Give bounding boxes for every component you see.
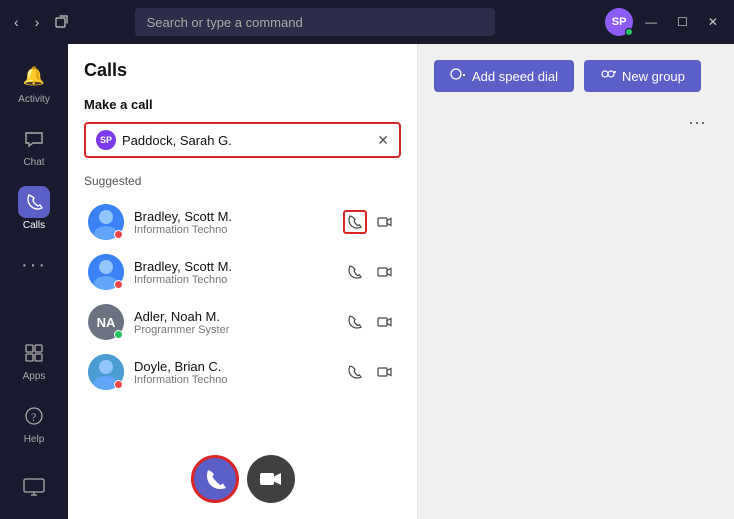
right-panel-top: Add speed dial New group bbox=[434, 60, 718, 92]
contact-actions bbox=[343, 210, 397, 234]
contact-item[interactable]: Bradley, Scott M. Information Techno bbox=[84, 198, 401, 246]
contact-name: Bradley, Scott M. bbox=[134, 259, 333, 274]
sidebar-label-activity: Activity bbox=[18, 94, 50, 105]
svg-text:?: ? bbox=[31, 410, 36, 424]
suggested-label: Suggested bbox=[84, 174, 401, 188]
contact-item[interactable]: NA Adler, Noah M. Programmer Syster bbox=[84, 298, 401, 346]
more-icon: ··· bbox=[18, 249, 50, 281]
input-clear-button[interactable]: ✕ bbox=[377, 132, 389, 149]
contact-dept: Information Techno bbox=[134, 224, 333, 236]
sidebar-item-chat[interactable]: Chat bbox=[6, 115, 62, 176]
title-bar-right: SP — ☐ ✕ bbox=[605, 8, 726, 36]
make-call-label: Make a call bbox=[84, 97, 401, 112]
more-options: ··· bbox=[434, 104, 718, 141]
app-body: 🔔 Activity Chat Calls ··· bbox=[0, 44, 734, 519]
apps-icon bbox=[18, 337, 50, 369]
contact-name: Bradley, Scott M. bbox=[134, 209, 333, 224]
search-placeholder: Search or type a command bbox=[147, 15, 303, 30]
activity-icon: 🔔 bbox=[18, 60, 50, 92]
video-call-button[interactable] bbox=[373, 310, 397, 334]
video-call-button[interactable] bbox=[373, 210, 397, 234]
contact-avatar: NA bbox=[88, 304, 124, 340]
calls-panel-title: Calls bbox=[84, 60, 401, 81]
contact-avatar bbox=[88, 354, 124, 390]
contact-info: Adler, Noah M. Programmer Syster bbox=[134, 309, 333, 336]
user-avatar[interactable]: SP bbox=[605, 8, 633, 36]
help-icon: ? bbox=[18, 400, 50, 432]
sidebar-label-apps: Apps bbox=[23, 371, 46, 382]
contact-info: Bradley, Scott M. Information Techno bbox=[134, 209, 333, 236]
status-badge bbox=[114, 280, 123, 289]
status-badge bbox=[114, 230, 123, 239]
video-call-dial-button[interactable] bbox=[247, 455, 295, 503]
new-group-label: New group bbox=[622, 69, 685, 84]
window-nav-controls: ‹ › bbox=[8, 10, 75, 34]
call-button[interactable] bbox=[343, 210, 367, 234]
sidebar-item-more[interactable]: ··· bbox=[6, 241, 62, 289]
chat-icon bbox=[18, 123, 50, 155]
title-bar: ‹ › Search or type a command SP — ☐ ✕ bbox=[0, 0, 734, 44]
sidebar-label-help: Help bbox=[24, 434, 45, 445]
call-button[interactable] bbox=[343, 360, 367, 384]
calls-panel: Calls Make a call SP Paddock, Sarah G. ✕… bbox=[68, 44, 418, 519]
calls-icon bbox=[18, 186, 50, 218]
status-badge bbox=[114, 380, 123, 389]
content-area: Calls Make a call SP Paddock, Sarah G. ✕… bbox=[68, 44, 734, 519]
minimize-button[interactable]: — bbox=[637, 11, 665, 33]
close-button[interactable]: ✕ bbox=[700, 11, 726, 33]
contact-name: Doyle, Brian C. bbox=[134, 359, 333, 374]
input-person-avatar: SP bbox=[96, 130, 116, 150]
contact-actions bbox=[343, 360, 397, 384]
new-group-button[interactable]: New group bbox=[584, 60, 701, 92]
dial-buttons bbox=[84, 443, 401, 503]
more-options-button[interactable]: ··· bbox=[680, 108, 714, 137]
sidebar-item-activity[interactable]: 🔔 Activity bbox=[6, 52, 62, 113]
contact-info: Bradley, Scott M. Information Techno bbox=[134, 259, 333, 286]
contact-avatar bbox=[88, 254, 124, 290]
contact-info: Doyle, Brian C. Information Techno bbox=[134, 359, 333, 386]
contact-item[interactable]: Bradley, Scott M. Information Techno bbox=[84, 248, 401, 296]
sidebar-item-device[interactable] bbox=[6, 463, 62, 511]
search-bar[interactable]: Search or type a command bbox=[135, 8, 495, 36]
video-call-button[interactable] bbox=[373, 260, 397, 284]
status-badge bbox=[114, 330, 123, 339]
new-window-button[interactable] bbox=[49, 11, 75, 33]
back-button[interactable]: ‹ bbox=[8, 10, 25, 34]
online-status-badge bbox=[625, 28, 633, 36]
contact-actions bbox=[343, 260, 397, 284]
contact-dept: Information Techno bbox=[134, 274, 333, 286]
forward-button[interactable]: › bbox=[29, 10, 46, 34]
add-speed-dial-button[interactable]: Add speed dial bbox=[434, 60, 574, 92]
sidebar-label-calls: Calls bbox=[23, 220, 45, 231]
call-button[interactable] bbox=[343, 310, 367, 334]
input-person-name: Paddock, Sarah G. bbox=[122, 133, 371, 148]
sidebar-item-apps[interactable]: Apps bbox=[6, 329, 62, 390]
contact-avatar bbox=[88, 204, 124, 240]
sidebar: 🔔 Activity Chat Calls ··· bbox=[0, 44, 68, 519]
sidebar-item-calls[interactable]: Calls bbox=[6, 178, 62, 239]
sidebar-label-chat: Chat bbox=[23, 157, 44, 168]
audio-call-dial-button[interactable] bbox=[191, 455, 239, 503]
contact-dept: Information Techno bbox=[134, 374, 333, 386]
contact-actions bbox=[343, 310, 397, 334]
video-call-button[interactable] bbox=[373, 360, 397, 384]
contact-list: Bradley, Scott M. Information Techno bbox=[84, 198, 401, 443]
call-input-box[interactable]: SP Paddock, Sarah G. ✕ bbox=[84, 122, 401, 158]
right-panel: Add speed dial New group ··· bbox=[418, 44, 734, 519]
contact-dept: Programmer Syster bbox=[134, 324, 333, 336]
contact-item[interactable]: Doyle, Brian C. Information Techno bbox=[84, 348, 401, 396]
add-speed-dial-label: Add speed dial bbox=[472, 69, 558, 84]
call-button[interactable] bbox=[343, 260, 367, 284]
contact-name: Adler, Noah M. bbox=[134, 309, 333, 324]
device-icon bbox=[18, 471, 50, 503]
sidebar-item-help[interactable]: ? Help bbox=[6, 392, 62, 453]
maximize-button[interactable]: ☐ bbox=[669, 11, 696, 33]
